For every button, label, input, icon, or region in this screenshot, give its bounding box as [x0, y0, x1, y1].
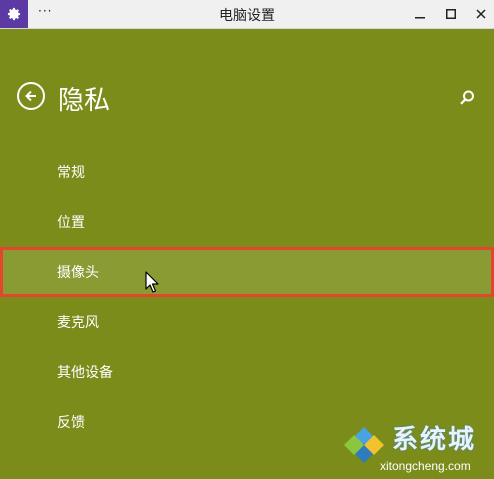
maximize-icon[interactable]	[436, 0, 466, 28]
nav-item-label: 其他设备	[57, 365, 113, 381]
nav-item-label: 常规	[57, 165, 85, 181]
minimize-icon[interactable]	[405, 0, 435, 28]
nav-item-other-devices[interactable]: 其他设备	[0, 347, 494, 397]
mouse-cursor-icon	[145, 271, 161, 295]
nav-item-general[interactable]: 常规	[0, 147, 494, 197]
watermark-url: xitongcheng.com	[380, 459, 471, 473]
close-icon[interactable]	[466, 0, 494, 28]
nav-item-camera[interactable]: 摄像头	[0, 247, 494, 297]
nav-item-location[interactable]: 位置	[0, 197, 494, 247]
watermark: 系统城 xitongcheng.com	[338, 415, 494, 479]
watermark-text: 系统城	[392, 425, 477, 455]
title-bar: ··· 电脑设置	[0, 0, 494, 29]
page-title: 隐私	[58, 86, 111, 116]
nav-item-microphone[interactable]: 麦克风	[0, 297, 494, 347]
search-icon[interactable]	[458, 89, 476, 107]
nav-item-label: 反馈	[57, 415, 85, 431]
nav-item-label: 摄像头	[57, 265, 99, 281]
nav-item-label: 位置	[57, 215, 85, 231]
back-arrow-icon[interactable]	[17, 82, 45, 110]
nav-item-label: 麦克风	[57, 315, 99, 331]
